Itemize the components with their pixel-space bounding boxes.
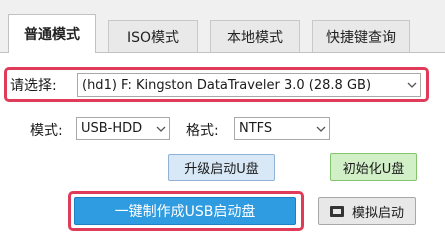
tab-normal-mode[interactable]: 普通模式 — [8, 14, 96, 53]
simulate-button-label: 模拟启动 — [351, 205, 404, 221]
create-usb-boot-disk-button[interactable]: 一键制作成USB启动盘 — [74, 197, 296, 225]
init-button-label: 初始化U盘 — [342, 161, 405, 177]
tab-label: 普通模式 — [24, 27, 80, 43]
format-label: 格式: — [186, 123, 219, 139]
format-select-value: NTFS — [239, 121, 273, 136]
format-select[interactable]: NTFS — [234, 117, 330, 140]
mode-select-value: USB-HDD — [81, 121, 143, 136]
normal-mode-panel: 请选择: (hd1) F: Kingston DataTraveler 3.0 … — [0, 52, 445, 242]
chevron-down-icon — [153, 118, 169, 139]
tab-label: ISO模式 — [126, 29, 180, 46]
mode-tab-bar: 普通模式 ISO模式 本地模式 快捷键查询 — [0, 0, 445, 53]
tab-label: 快捷键查询 — [326, 29, 396, 46]
upgrade-boot-usb-button[interactable]: 升级启动U盘 — [168, 154, 275, 181]
mode-select[interactable]: USB-HDD — [76, 117, 170, 140]
tab-label: 本地模式 — [227, 29, 283, 46]
chevron-down-icon — [313, 118, 329, 139]
simulate-boot-button[interactable]: 模拟启动 — [318, 197, 416, 225]
monitor-icon — [329, 205, 344, 217]
chevron-down-icon — [404, 74, 420, 96]
mode-label: 模式: — [30, 123, 63, 139]
upgrade-button-label: 升级启动U盘 — [184, 162, 259, 177]
device-select[interactable]: (hd1) F: Kingston DataTraveler 3.0 (28.8… — [77, 73, 421, 97]
init-usb-button[interactable]: 初始化U盘 — [330, 153, 417, 181]
create-button-label: 一键制作成USB启动盘 — [114, 204, 256, 220]
tab-local-mode[interactable]: 本地模式 — [210, 20, 300, 52]
device-select-value: (hd1) F: Kingston DataTraveler 3.0 (28.8… — [82, 77, 372, 93]
device-select-label: 请选择: — [10, 78, 57, 94]
tab-iso-mode[interactable]: ISO模式 — [108, 20, 198, 52]
tab-shortcut-query[interactable]: 快捷键查询 — [312, 20, 410, 52]
